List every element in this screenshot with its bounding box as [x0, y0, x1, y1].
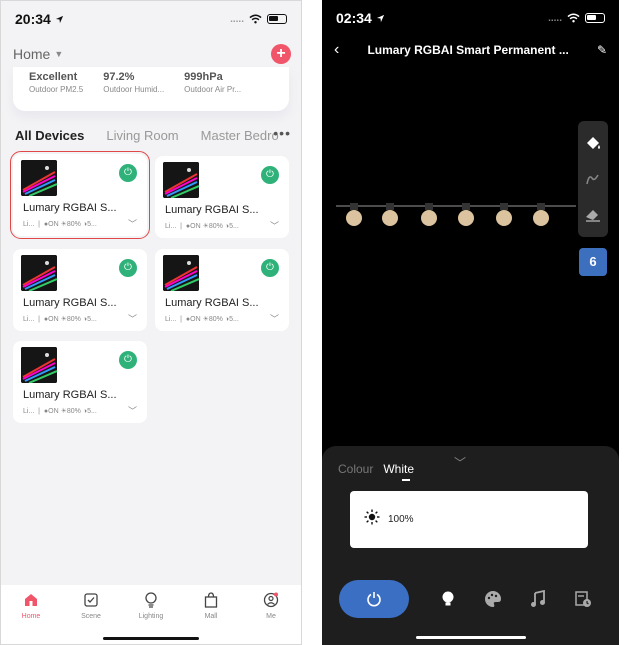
device-meta: Li... | ●ON ☀80% ◑5...: [23, 221, 97, 228]
tab-mall[interactable]: Mall: [181, 585, 241, 644]
page-title: Lumary RGBAI Smart Permanent ...: [367, 43, 569, 57]
chevron-down-icon[interactable]: ﹀: [128, 217, 137, 230]
add-device-button[interactable]: +: [271, 44, 291, 64]
signal-dots-icon: .....: [230, 13, 244, 25]
tab-home[interactable]: Home: [1, 585, 61, 644]
weather-summary: Excellent Outdoor PM2.5 97.2% Outdoor Hu…: [13, 67, 289, 111]
device-name: Lumary RGBAI S...: [23, 202, 117, 214]
device-thumbnail: [163, 255, 199, 291]
chevron-down-icon[interactable]: ﹀: [270, 219, 279, 232]
status-time-text: 02:34: [336, 10, 372, 26]
edit-pencil-icon[interactable]: ✎: [597, 43, 607, 57]
power-toggle-button[interactable]: ⏻: [119, 164, 137, 182]
status-time: 02:34: [336, 10, 385, 26]
brush-stroke-icon[interactable]: [583, 169, 603, 189]
device-card[interactable]: ⏻ Lumary RGBAI S... Li... | ●ON ☀80% ◑5.…: [155, 249, 289, 331]
home-icon: [22, 591, 40, 609]
tab-living-room[interactable]: Living Room: [106, 128, 178, 143]
tab-white[interactable]: White: [383, 462, 414, 476]
device-card[interactable]: ⏻ Lumary RGBAI S... Li... | ●ON ☀80% ◑5.…: [13, 249, 147, 331]
tab-all-devices[interactable]: All Devices: [15, 128, 84, 143]
power-button[interactable]: [339, 580, 409, 618]
tab-me[interactable]: Me: [241, 585, 301, 644]
device-name: Lumary RGBAI S...: [23, 389, 117, 401]
chevron-down-icon[interactable]: ﹀: [128, 312, 137, 325]
collapse-chevron-icon[interactable]: ﹀: [454, 454, 466, 471]
location-arrow-icon: [376, 14, 384, 22]
power-toggle-button[interactable]: ⏻: [261, 259, 279, 277]
wifi-icon: [249, 14, 262, 24]
sun-icon: [364, 509, 380, 530]
home-indicator: [103, 637, 199, 640]
tab-master-bedroom[interactable]: Master Bedro: [201, 128, 279, 143]
tab-colour[interactable]: Colour: [338, 462, 373, 476]
home-header: Home ▼ +: [13, 43, 291, 65]
bulb-icon: [142, 591, 160, 609]
edit-tool-panel: [578, 121, 608, 237]
weather-item: 999hPa Outdoor Air Pr...: [184, 71, 242, 94]
device-meta: Li... | ●ON ☀80% ◑5...: [165, 223, 239, 230]
brightness-control[interactable]: 100%: [350, 491, 588, 548]
device-thumbnail: [21, 160, 57, 196]
device-card[interactable]: ⏻ Lumary RGBAI S... Li... | ●ON ☀80% ◑5.…: [10, 151, 150, 239]
active-tab-indicator: [402, 479, 410, 481]
weather-item: Excellent Outdoor PM2.5: [29, 71, 84, 94]
status-bar: 02:34 .....: [322, 0, 619, 36]
device-card[interactable]: ⏻ Lumary RGBAI S... Li... | ●ON ☀80% ◑5.…: [13, 341, 147, 423]
device-name: Lumary RGBAI S...: [165, 204, 259, 216]
power-toggle-button[interactable]: ⏻: [119, 259, 137, 277]
device-meta: Li... | ●ON ☀80% ◑5...: [165, 316, 239, 323]
bottom-tab-bar: Home Scene Lighting Mall Me: [1, 585, 301, 644]
control-sheet: ﹀ Colour White 100%: [322, 446, 619, 645]
chevron-down-icon[interactable]: ﹀: [128, 404, 137, 417]
paint-bucket-icon[interactable]: [583, 134, 603, 154]
battery-icon: [585, 13, 605, 23]
device-control-screen: 02:34 ..... ‹ Lumary RGBAI Smart Permane…: [322, 0, 619, 645]
home-selector[interactable]: Home: [13, 46, 50, 62]
caret-down-icon[interactable]: ▼: [54, 49, 63, 59]
palette-icon[interactable]: [482, 588, 504, 610]
device-thumbnail: [21, 255, 57, 291]
home-indicator: [415, 636, 526, 639]
scene-check-icon: [82, 591, 100, 609]
bulb-mode-icon[interactable]: [437, 588, 459, 610]
weather-item: 97.2% Outdoor Humid...: [103, 71, 165, 94]
device-list-screen: 20:34 ..... Home ▼ + Excellent Outdoor P…: [0, 0, 302, 645]
tab-scene[interactable]: Scene: [61, 585, 121, 644]
status-time-text: 20:34: [15, 11, 51, 27]
battery-icon: [267, 14, 287, 24]
power-toggle-button[interactable]: ⏻: [261, 166, 279, 184]
music-note-icon[interactable]: [527, 588, 549, 610]
power-icon: [367, 592, 381, 607]
wifi-icon: [567, 13, 580, 23]
shopping-bag-icon: [202, 591, 220, 609]
signal-dots-icon: .....: [548, 12, 562, 24]
mode-tabs: Colour White: [338, 462, 414, 476]
chevron-down-icon[interactable]: ﹀: [270, 312, 279, 325]
device-thumbnail: [163, 162, 199, 198]
brightness-value: 100%: [388, 514, 414, 525]
user-icon: [262, 591, 280, 609]
eraser-icon[interactable]: [583, 204, 603, 224]
power-toggle-button[interactable]: ⏻: [119, 351, 137, 369]
schedule-icon[interactable]: [572, 588, 594, 610]
device-thumbnail: [21, 347, 57, 383]
more-tabs-icon[interactable]: •••: [273, 125, 291, 141]
device-meta: Li... | ●ON ☀80% ◑5...: [23, 316, 97, 323]
device-name: Lumary RGBAI S...: [165, 297, 259, 309]
device-meta: Li... | ●ON ☀80% ◑5...: [23, 408, 97, 415]
control-bar: [322, 579, 619, 619]
room-tabs: All Devices Living Room Master Bedro: [15, 125, 295, 145]
tab-lighting[interactable]: Lighting: [121, 585, 181, 644]
device-card[interactable]: ⏻ Lumary RGBAI S... Li... | ●ON ☀80% ◑5.…: [155, 156, 289, 238]
status-bar: 20:34 .....: [1, 1, 301, 37]
status-time: 20:34: [15, 11, 64, 27]
location-arrow-icon: [55, 15, 63, 23]
bulb-count-badge[interactable]: 6: [579, 248, 607, 276]
nav-bar: ‹ Lumary RGBAI Smart Permanent ... ✎: [322, 38, 619, 62]
device-name: Lumary RGBAI S...: [23, 297, 117, 309]
bulb-string-preview[interactable]: [336, 200, 576, 240]
